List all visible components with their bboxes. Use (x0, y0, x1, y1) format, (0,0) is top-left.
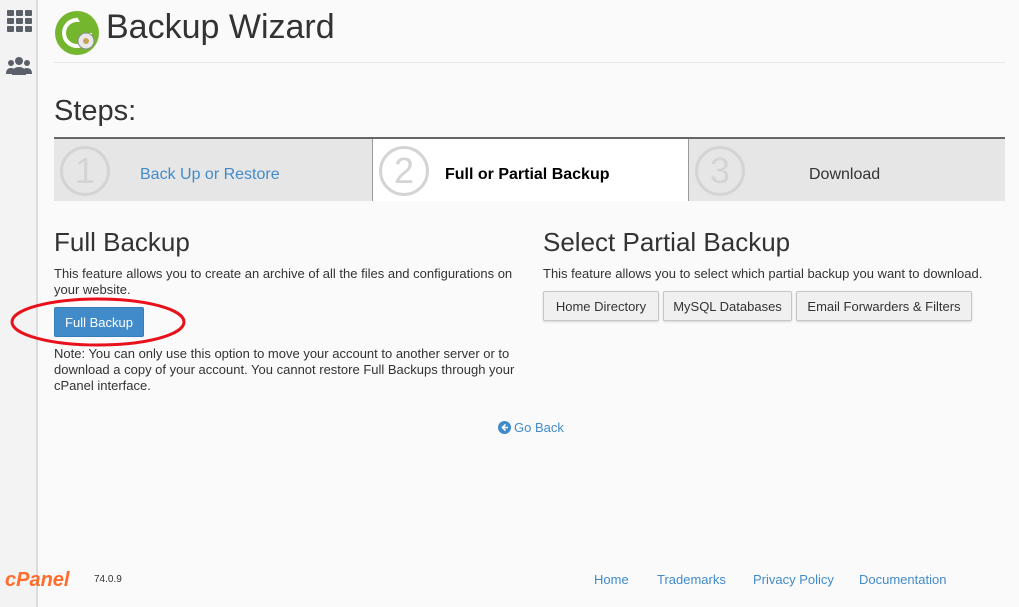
step-link-back-up-or-restore[interactable]: Back Up or Restore (140, 166, 280, 184)
full-backup-note: Note: You can only use this option to mo… (54, 346, 515, 393)
full-backup-description: This feature allows you to create an arc… (54, 266, 513, 297)
step-label-active: Full or Partial Backup (445, 166, 610, 183)
step-number: 1 (60, 146, 110, 196)
steps-bar: 1 Back Up or Restore 2 Full or Partial B… (54, 137, 1005, 201)
backup-wizard-icon (55, 11, 99, 55)
footer-link-documentation[interactable]: Documentation (859, 572, 946, 587)
steps-heading: Steps: (54, 95, 137, 127)
page-title: Backup Wizard (106, 8, 335, 46)
cpanel-logo-text: cPanel (5, 569, 70, 591)
go-back-link[interactable]: Go Back (498, 420, 564, 435)
step-number: 3 (695, 146, 745, 196)
main-content: Backup Wizard Steps: 1 Back Up or Restor… (10, 0, 1005, 607)
step-download: 3 Download (689, 139, 1005, 201)
partial-backup-description: This feature allows you to select which … (543, 266, 983, 281)
page-header: Backup Wizard (54, 0, 1005, 63)
partial-backup-heading: Select Partial Backup (543, 227, 791, 257)
step-full-or-partial-backup: 2 Full or Partial Backup (372, 139, 689, 201)
email-forwarders-filters-button[interactable]: Email Forwarders & Filters (796, 291, 972, 321)
version-number: 74.0.9 (94, 574, 122, 585)
full-backup-button[interactable]: Full Backup (54, 307, 144, 337)
apps-grid-icon[interactable] (6, 8, 32, 34)
sidebar (0, 0, 38, 607)
home-directory-button[interactable]: Home Directory (543, 291, 659, 321)
arrow-left-circle-icon (498, 421, 511, 434)
users-icon[interactable] (6, 54, 32, 80)
cpanel-logo[interactable]: cPanel (4, 567, 90, 591)
go-back-label: Go Back (514, 420, 564, 435)
footer-link-home[interactable]: Home (594, 572, 629, 587)
step-back-up-or-restore: 1 Back Up or Restore (54, 139, 372, 201)
step-label-download: Download (809, 166, 881, 183)
step-number: 2 (379, 146, 429, 196)
footer-link-trademarks[interactable]: Trademarks (657, 572, 726, 587)
full-backup-heading: Full Backup (54, 227, 190, 257)
mysql-databases-button[interactable]: MySQL Databases (663, 291, 792, 321)
footer-link-privacy-policy[interactable]: Privacy Policy (753, 572, 834, 587)
